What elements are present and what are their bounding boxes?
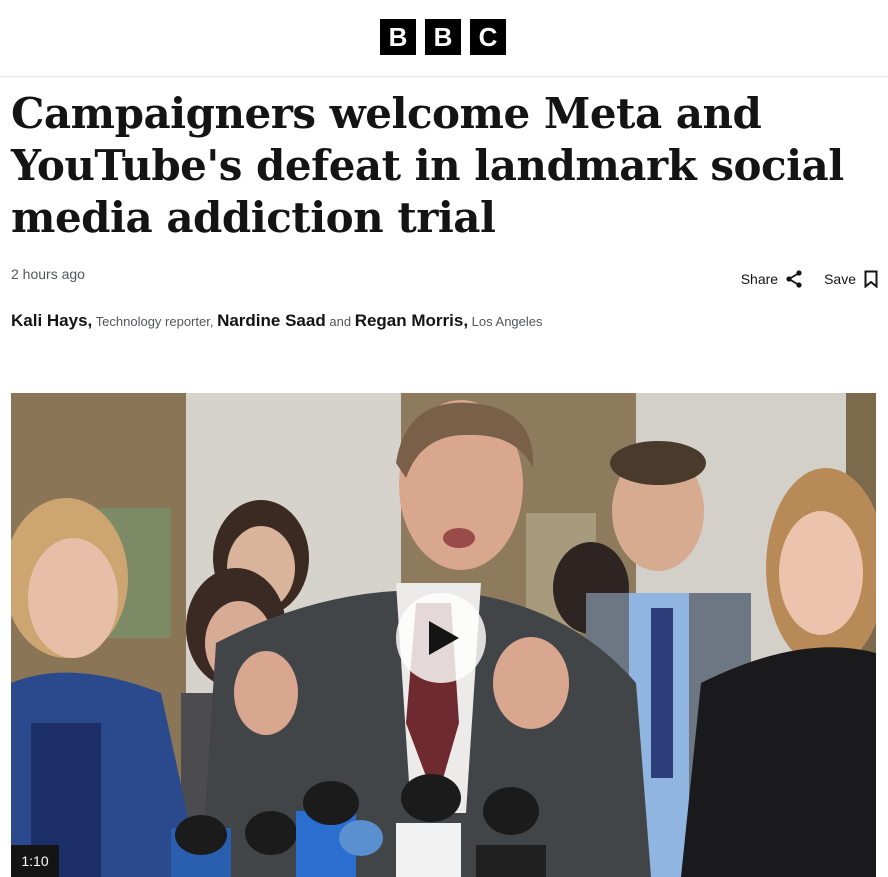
bbc-logo[interactable]: B B C: [380, 19, 506, 55]
save-label: Save: [824, 271, 856, 287]
article-actions: Share Save: [741, 270, 878, 288]
author-location: Los Angeles: [471, 314, 543, 329]
logo-letter: B: [380, 19, 416, 55]
article-timestamp: 2 hours ago: [11, 266, 85, 282]
logo-letter: B: [425, 19, 461, 55]
play-button[interactable]: [396, 593, 486, 683]
video-duration: 1:10: [11, 845, 59, 877]
play-icon: [429, 621, 459, 655]
bookmark-icon: [864, 270, 878, 288]
author-name[interactable]: Regan Morris,: [355, 311, 468, 330]
share-label: Share: [740, 271, 779, 287]
author-role: Technology reporter,: [95, 314, 214, 329]
share-button[interactable]: Share: [741, 270, 802, 288]
logo-letter: C: [470, 19, 506, 55]
author-name[interactable]: Kali Hays,: [11, 311, 92, 330]
byline: Kali Hays, Technology reporter, Nardine …: [11, 309, 571, 334]
byline-conjunction: and: [329, 314, 352, 329]
video-player[interactable]: 1:10: [11, 393, 876, 877]
share-icon: [786, 270, 802, 288]
site-header: B B C: [0, 0, 888, 77]
article-title: Campaigners welcome Meta and YouTube's d…: [11, 89, 844, 242]
author-name[interactable]: Nardine Saad: [217, 311, 326, 330]
save-button[interactable]: Save: [824, 270, 878, 288]
